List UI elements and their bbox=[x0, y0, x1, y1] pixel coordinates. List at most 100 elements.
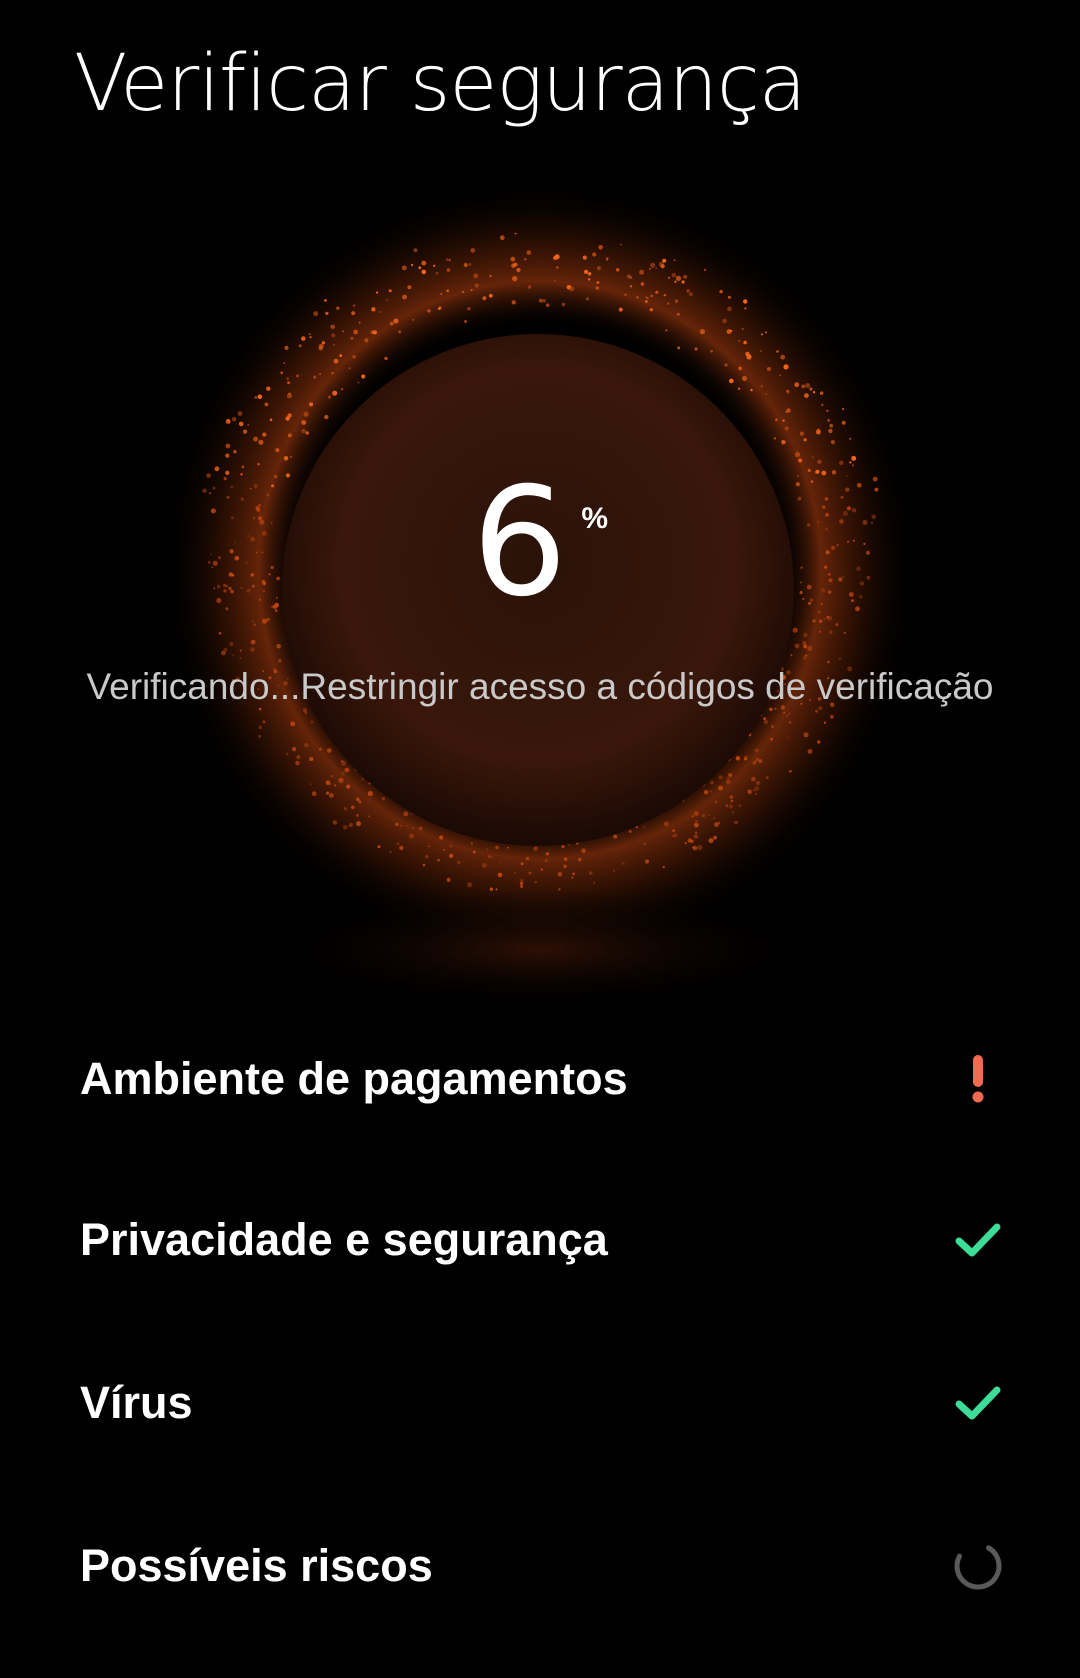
orb-particle bbox=[826, 409, 829, 412]
orb-particle bbox=[815, 709, 818, 713]
check-item-payments[interactable]: Ambiente de pagamentos bbox=[0, 1000, 1080, 1158]
orb-particle bbox=[694, 347, 698, 351]
orb-particle bbox=[655, 290, 659, 294]
orb-particle bbox=[356, 821, 361, 827]
orb-particle bbox=[289, 455, 293, 459]
orb-particle bbox=[676, 312, 680, 316]
orb-particle bbox=[556, 266, 559, 269]
orb-particle bbox=[286, 377, 290, 380]
orb-particle bbox=[495, 845, 499, 850]
orb-particle bbox=[357, 381, 360, 384]
orb-particle bbox=[703, 790, 709, 795]
orb-particle bbox=[526, 250, 532, 255]
orb-particle bbox=[449, 853, 453, 858]
orb-particle bbox=[418, 266, 422, 270]
orb-particle bbox=[280, 371, 284, 375]
orb-particle bbox=[595, 286, 599, 290]
orb-particle bbox=[412, 318, 415, 321]
orb-particle bbox=[779, 374, 781, 377]
orb-particle bbox=[726, 777, 730, 780]
orb-particle bbox=[296, 374, 299, 378]
orb-particle bbox=[821, 403, 824, 407]
orb-particle bbox=[596, 266, 602, 271]
orb-particle bbox=[788, 769, 792, 773]
orb-particle bbox=[729, 795, 734, 799]
check-label: Vírus bbox=[80, 1376, 193, 1428]
orb-particle bbox=[766, 367, 771, 371]
orb-particle bbox=[727, 306, 732, 312]
orb-particle bbox=[358, 321, 361, 324]
orb-particle bbox=[714, 800, 718, 803]
orb-particle bbox=[239, 649, 242, 652]
orb-particle bbox=[725, 804, 729, 807]
orb-particle bbox=[803, 632, 808, 638]
orb-particle bbox=[819, 392, 822, 395]
orb-particle bbox=[309, 336, 312, 339]
orb-particle bbox=[343, 807, 347, 811]
orb-particle bbox=[319, 373, 322, 375]
orb-particle bbox=[389, 321, 394, 326]
orb-particle bbox=[533, 846, 538, 851]
orb-particle bbox=[309, 757, 314, 761]
orb-particle bbox=[398, 330, 402, 334]
orb-particle bbox=[553, 255, 558, 261]
orb-particle bbox=[684, 842, 687, 845]
orb-particle bbox=[807, 645, 813, 651]
orb-particle bbox=[330, 324, 336, 330]
orb-particle bbox=[287, 381, 291, 385]
orb-particle bbox=[668, 276, 671, 279]
orb-particle bbox=[843, 631, 847, 634]
orb-particle bbox=[276, 644, 281, 649]
check-label: Ambiente de pagamentos bbox=[80, 1053, 628, 1104]
orb-particle bbox=[794, 451, 801, 458]
orb-particle bbox=[264, 402, 269, 407]
orb-particle bbox=[751, 776, 756, 782]
orb-particle bbox=[677, 346, 681, 350]
orb-particle bbox=[786, 390, 788, 392]
orb-particle bbox=[561, 302, 566, 307]
orb-particle bbox=[830, 440, 836, 445]
orb-particle bbox=[783, 711, 786, 714]
orb-particle bbox=[616, 268, 620, 272]
orb-particle bbox=[561, 845, 565, 849]
check-item-virus[interactable]: Vírus bbox=[0, 1321, 1080, 1484]
orb-particle bbox=[713, 817, 716, 820]
orb-particle bbox=[266, 386, 271, 391]
orb-particle bbox=[689, 292, 693, 297]
check-icon bbox=[952, 1377, 1004, 1429]
check-item-privacy[interactable]: Privacidade e segurança bbox=[0, 1158, 1080, 1321]
orb-particle bbox=[563, 864, 567, 868]
orb-particle bbox=[333, 358, 339, 364]
orb-particle bbox=[784, 426, 789, 431]
orb-particle bbox=[338, 777, 344, 783]
orb-particle bbox=[648, 267, 652, 271]
orb-particle bbox=[817, 740, 821, 744]
orb-particle bbox=[742, 328, 744, 330]
orb-particle bbox=[250, 639, 256, 645]
orb-particle bbox=[238, 421, 244, 427]
orb-particle bbox=[427, 309, 431, 313]
check-item-risks[interactable]: Possíveis riscos bbox=[0, 1484, 1080, 1647]
page-title: Verificar segurança bbox=[74, 39, 807, 129]
orb-particle bbox=[376, 291, 379, 294]
orb-particle bbox=[262, 720, 266, 724]
orb-particle bbox=[782, 419, 785, 422]
orb-particle bbox=[419, 826, 423, 831]
orb-particle bbox=[596, 281, 600, 284]
orb-particle bbox=[817, 459, 822, 464]
orb-particle bbox=[361, 374, 366, 379]
orb-particle bbox=[743, 340, 747, 345]
orb-particle bbox=[277, 658, 282, 663]
orb-particle bbox=[538, 298, 543, 303]
orb-particle bbox=[689, 839, 692, 842]
orb-particle bbox=[746, 354, 752, 360]
orb-particle bbox=[776, 350, 779, 353]
orb-particle bbox=[348, 367, 351, 370]
orb-particle bbox=[410, 263, 414, 267]
orb-particle bbox=[520, 885, 524, 888]
orb-particle bbox=[524, 258, 527, 261]
orb-particle bbox=[439, 835, 444, 840]
orb-particle bbox=[470, 289, 473, 291]
orb-particle bbox=[351, 311, 356, 316]
orb-particle bbox=[649, 308, 653, 312]
